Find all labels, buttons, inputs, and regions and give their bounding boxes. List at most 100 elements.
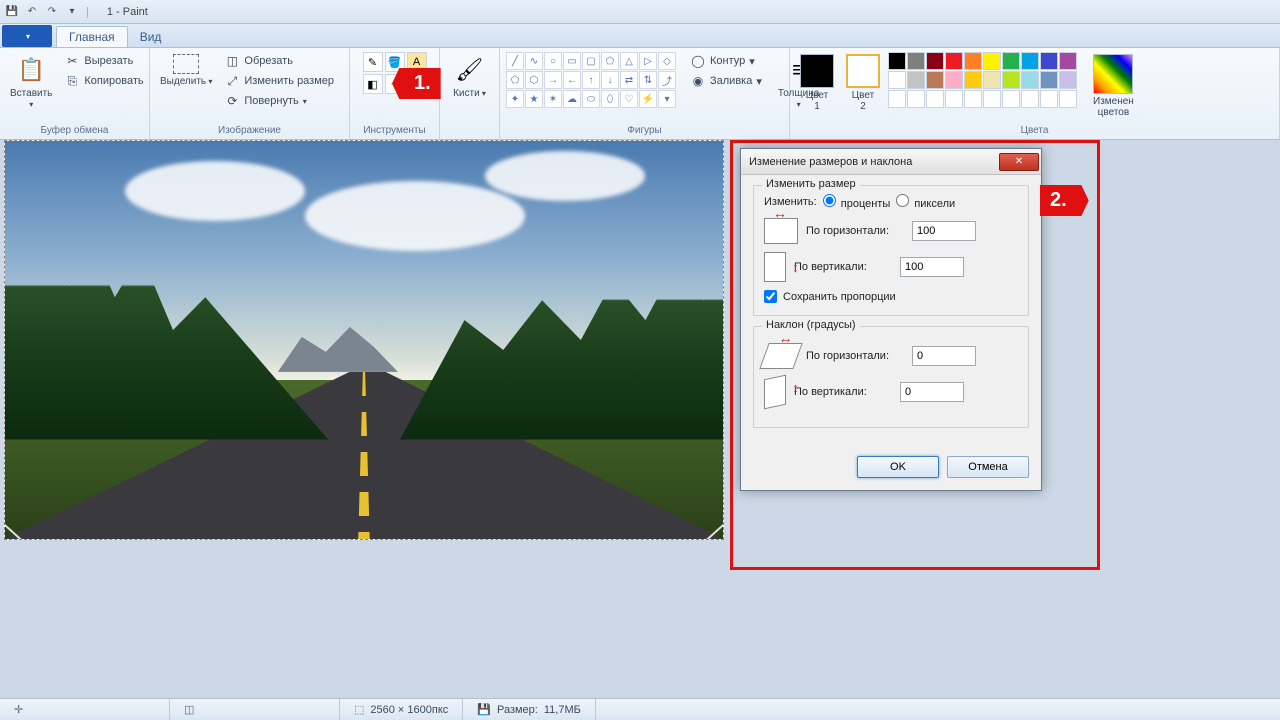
fill-button[interactable]: ◉Заливка ▾ bbox=[686, 72, 766, 90]
keep-aspect-label: Сохранить пропорции bbox=[783, 291, 896, 303]
palette-swatch[interactable] bbox=[1021, 71, 1039, 89]
group-label-brushes bbox=[446, 136, 493, 137]
skew-v-input[interactable] bbox=[900, 382, 964, 402]
group-label-clipboard: Буфер обмена bbox=[6, 125, 143, 137]
skew-h-input[interactable] bbox=[912, 346, 976, 366]
palette-swatch[interactable] bbox=[1040, 52, 1058, 70]
skew-h-icon bbox=[759, 343, 802, 369]
radio-percent[interactable]: проценты bbox=[823, 194, 891, 210]
palette-swatch[interactable] bbox=[945, 52, 963, 70]
palette-swatch[interactable] bbox=[907, 90, 925, 108]
select-icon bbox=[173, 54, 199, 74]
palette-swatch[interactable] bbox=[888, 90, 906, 108]
palette-swatch[interactable] bbox=[964, 71, 982, 89]
palette-swatch[interactable] bbox=[1059, 52, 1077, 70]
cancel-button[interactable]: Отмена bbox=[947, 456, 1029, 478]
selection-icon: ◫ bbox=[184, 703, 194, 716]
palette-swatch[interactable] bbox=[945, 90, 963, 108]
color1-button[interactable]: Цвет 1 bbox=[796, 52, 838, 114]
cut-button[interactable]: ✂Вырезать bbox=[60, 52, 147, 70]
group-label-colors: Цвета bbox=[796, 125, 1273, 137]
status-dimensions: ⬚2560 × 1600пкс bbox=[340, 699, 463, 720]
palette-swatch[interactable] bbox=[983, 90, 1001, 108]
skew-v-icon bbox=[764, 375, 786, 410]
resize-v-input[interactable] bbox=[900, 257, 964, 277]
color2-swatch bbox=[846, 54, 880, 88]
brushes-button[interactable]: 🖌 Кисти bbox=[449, 52, 490, 101]
pencil-tool[interactable]: ✎ bbox=[363, 52, 383, 72]
crop-icon: ◫ bbox=[224, 53, 240, 69]
skew-legend: Наклон (градусы) bbox=[762, 319, 860, 331]
palette-swatch[interactable] bbox=[1059, 71, 1077, 89]
status-bar: ✛ ◫ ⬚2560 × 1600пкс 💾Размер: 11,7МБ bbox=[0, 698, 1280, 720]
eraser-tool[interactable]: ◧ bbox=[363, 74, 383, 94]
palette-swatch[interactable] bbox=[1040, 90, 1058, 108]
ribbon-tabs: Главная Вид bbox=[0, 24, 1280, 48]
skew-fieldset: Наклон (градусы) По горизонтали: По верт… bbox=[753, 326, 1029, 428]
redo-icon[interactable]: ↷ bbox=[44, 4, 60, 20]
resize-button[interactable]: ⤢Изменить размер bbox=[220, 72, 338, 90]
color2-button[interactable]: Цвет 2 bbox=[842, 52, 884, 114]
palette-swatch[interactable] bbox=[926, 71, 944, 89]
palette-swatch[interactable] bbox=[983, 71, 1001, 89]
palette-swatch[interactable] bbox=[983, 52, 1001, 70]
radio-pixels[interactable]: пиксели bbox=[896, 194, 955, 210]
palette-swatch[interactable] bbox=[1002, 90, 1020, 108]
skew-h-label: По горизонтали: bbox=[806, 350, 904, 362]
palette-swatch[interactable] bbox=[1021, 52, 1039, 70]
palette-swatch[interactable] bbox=[964, 90, 982, 108]
palette-swatch[interactable] bbox=[945, 71, 963, 89]
shapes-gallery[interactable]: ╱∿○▭▢⬠△▷◇ ⬠⬡→←↑↓⇄⇅⤴ ✦★✶☁⬭⬯♡⚡▾ bbox=[506, 52, 676, 108]
rotate-button[interactable]: ⟳Повернуть ▾ bbox=[220, 92, 338, 110]
resize-h-input[interactable] bbox=[912, 221, 976, 241]
rainbow-icon bbox=[1093, 54, 1133, 94]
resize-v-label: По вертикали: bbox=[794, 261, 892, 273]
close-icon: ✕ bbox=[1015, 156, 1023, 167]
qat-dropdown-icon[interactable]: ▾ bbox=[64, 4, 80, 20]
paste-button[interactable]: 📋 Вставить bbox=[6, 52, 56, 112]
select-button[interactable]: Выделить bbox=[156, 52, 216, 89]
dialog-close-button[interactable]: ✕ bbox=[999, 153, 1039, 171]
ok-button[interactable]: OK bbox=[857, 456, 939, 478]
tab-home[interactable]: Главная bbox=[56, 26, 128, 47]
palette-swatch[interactable] bbox=[888, 52, 906, 70]
copy-button[interactable]: ⎘Копировать bbox=[60, 72, 147, 90]
scissors-icon: ✂ bbox=[64, 53, 80, 69]
quick-access-toolbar: 💾 ↶ ↷ ▾ bbox=[4, 4, 80, 20]
palette-swatch[interactable] bbox=[1002, 71, 1020, 89]
group-label-shapes: Фигуры bbox=[506, 125, 783, 137]
palette-swatch[interactable] bbox=[1059, 90, 1077, 108]
crop-button[interactable]: ◫Обрезать bbox=[220, 52, 338, 70]
palette-swatch[interactable] bbox=[1040, 71, 1058, 89]
group-label-tools: Инструменты bbox=[356, 125, 433, 137]
resize-v-icon bbox=[764, 252, 786, 282]
outline-button[interactable]: ◯Контур ▾ bbox=[686, 52, 766, 70]
palette-swatch[interactable] bbox=[1002, 52, 1020, 70]
palette-swatch[interactable] bbox=[907, 52, 925, 70]
window-title: 1 - Paint bbox=[107, 6, 148, 18]
title-bar: 💾 ↶ ↷ ▾ | 1 - Paint bbox=[0, 0, 1280, 24]
save-icon[interactable]: 💾 bbox=[4, 4, 20, 20]
dialog-titlebar[interactable]: Изменение размеров и наклона ✕ bbox=[741, 149, 1041, 175]
fill-icon: ◉ bbox=[690, 73, 706, 89]
file-menu-button[interactable] bbox=[2, 25, 52, 47]
group-colors: Цвет 1 Цвет 2 Изменен цветов Цвета bbox=[790, 48, 1280, 139]
change-label: Изменить: bbox=[764, 196, 817, 208]
palette-swatch[interactable] bbox=[888, 71, 906, 89]
edit-colors-button[interactable]: Изменен цветов bbox=[1089, 52, 1138, 120]
brush-icon: 🖌 bbox=[453, 54, 485, 86]
palette-swatch[interactable] bbox=[1021, 90, 1039, 108]
palette-swatch[interactable] bbox=[926, 52, 944, 70]
group-brushes: 🖌 Кисти bbox=[440, 48, 500, 139]
clipboard-icon: 📋 bbox=[15, 54, 47, 86]
resize-fieldset: Изменить размер Изменить: проценты пиксе… bbox=[753, 185, 1029, 316]
keep-aspect-checkbox[interactable] bbox=[764, 290, 777, 303]
color-palette[interactable] bbox=[888, 52, 1077, 108]
palette-swatch[interactable] bbox=[907, 71, 925, 89]
undo-icon[interactable]: ↶ bbox=[24, 4, 40, 20]
palette-swatch[interactable] bbox=[964, 52, 982, 70]
rotate-icon: ⟳ bbox=[224, 93, 240, 109]
canvas-image[interactable] bbox=[4, 140, 724, 540]
tab-view[interactable]: Вид bbox=[128, 27, 174, 47]
palette-swatch[interactable] bbox=[926, 90, 944, 108]
